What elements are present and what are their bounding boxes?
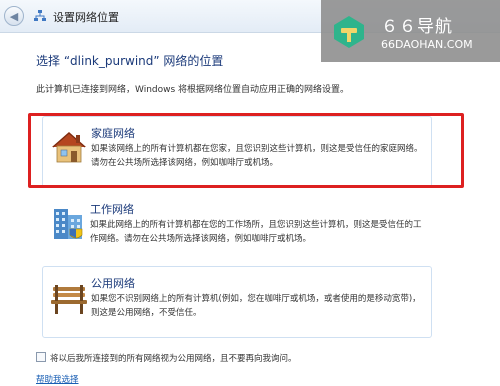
back-button[interactable]: ◀ (4, 6, 24, 26)
back-arrow-icon: ◀ (9, 9, 19, 23)
public-network-option[interactable]: 公用网络 如果您不识别网络上的所有计算机(例如，您在咖啡厅或机场，或者使用的是移… (42, 266, 432, 338)
page-heading: 选择 “dlink_purwind” 网络的位置 (36, 54, 224, 68)
help-me-choose-link[interactable]: 帮助我选择 (36, 373, 79, 385)
watermark-name: ６６导航 (381, 17, 453, 37)
window-title: 设置网络位置 (53, 11, 119, 24)
watermark-logo-icon (334, 16, 364, 48)
treat-as-public-checkbox[interactable] (36, 352, 46, 362)
watermark-url: 66DAOHAN.COM (381, 38, 473, 51)
treat-as-public-label: 将以后我所连接到的所有网络视为公用网络，且不要再向我询问。 (50, 354, 297, 364)
park-bench-icon (51, 285, 87, 314)
work-network-option[interactable]: 工作网络 如果此网络上的所有计算机都在您的工作场所，且您识别这些计算机，则这是受… (42, 193, 432, 265)
network-icon (34, 10, 46, 21)
page-intro: 此计算机已连接到网络，Windows 将根据网络位置自动应用正确的网络设置。 (36, 85, 350, 95)
work-network-title: 工作网络 (90, 203, 134, 216)
highlight-box (28, 113, 464, 188)
office-building-icon (54, 209, 83, 239)
work-network-description: 如果此网络上的所有计算机都在您的工作场所，且您识别这些计算机，则这是受信任的工作… (90, 220, 422, 244)
public-network-title: 公用网络 (91, 277, 135, 290)
public-network-description: 如果您不识别网络上的所有计算机(例如，您在咖啡厅或机场，或者使用的是移动宽带)，… (91, 294, 421, 318)
